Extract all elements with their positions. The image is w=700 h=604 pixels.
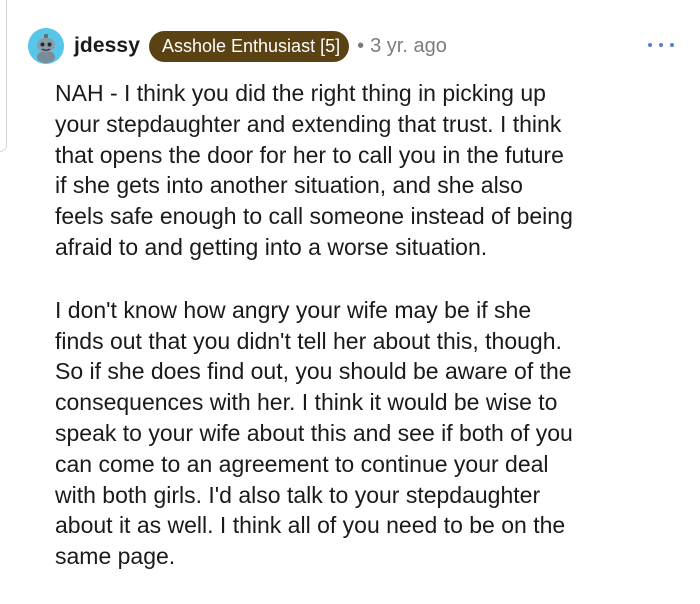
user-flair-badge: Asshole Enthusiast [5] [148, 30, 350, 62]
more-options-button[interactable] [648, 35, 674, 55]
username-link[interactable]: jdessy [74, 34, 140, 58]
more-options-icon [648, 43, 652, 47]
comment-header: jdessy Asshole Enthusiast [5] • 3 yr. ag… [28, 27, 680, 65]
comment-timestamp[interactable]: 3 yr. ago [370, 35, 447, 58]
comment-paragraph: NAH - I think you did the right thing in… [55, 80, 573, 260]
comment-paragraph: I don't know how angry your wife may be … [55, 296, 573, 570]
separator-dot: • [357, 34, 365, 57]
comment-body: NAH - I think you did the right thing in… [55, 78, 685, 604]
snoo-avatar-icon [28, 28, 64, 64]
avatar[interactable] [28, 28, 64, 64]
more-options-icon-dot [659, 43, 663, 47]
thread-line [0, 0, 7, 152]
more-options-icon-dot [670, 43, 674, 47]
